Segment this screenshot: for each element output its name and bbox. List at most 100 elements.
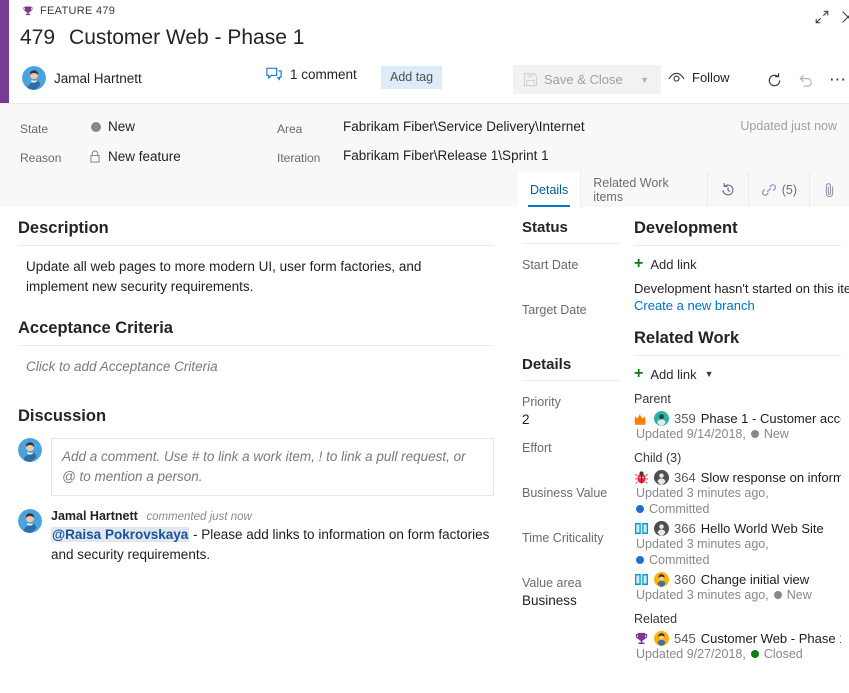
state-value-text: New — [108, 119, 136, 134]
comment-icon — [266, 67, 282, 82]
tab-links[interactable]: (5) — [749, 172, 810, 207]
chevron-down-icon[interactable]: ▼ — [640, 75, 649, 85]
state-dot — [773, 591, 782, 599]
related-group-label: Parent — [634, 392, 671, 406]
field-target-date[interactable]: Target Date — [522, 289, 620, 334]
comment-mention[interactable]: @Raisa Pokrovskaya — [51, 527, 190, 542]
related-add-link-button[interactable]: + Add link ▼ — [634, 356, 841, 382]
field-value-area-value: Business — [522, 593, 577, 608]
comment-input[interactable]: Add a comment. Use # to link a work item… — [51, 438, 494, 496]
related-item[interactable]: 366 Hello World Web Site Updated 3 minut… — [634, 516, 841, 567]
title-row: 479 Customer Web - Phase 1 — [20, 26, 304, 50]
related-item-id: 545 — [674, 631, 696, 646]
assigned-to[interactable]: Jamal Hartnett — [22, 66, 142, 90]
related-item-title[interactable]: Hello World Web Site — [701, 521, 824, 536]
iteration-label: Iteration — [277, 151, 321, 165]
chevron-down-icon[interactable]: ▼ — [705, 369, 714, 379]
field-time-criticality-label: Time Criticality — [522, 531, 604, 545]
related-item[interactable]: 360 Change initial view Updated 3 minute… — [634, 567, 841, 602]
state-value[interactable]: New — [91, 119, 135, 134]
bug-icon — [634, 470, 649, 485]
epic-crown-icon — [634, 412, 649, 426]
related-item[interactable]: 545 Customer Web - Phase 1 Updated 9/27/… — [634, 626, 841, 661]
field-business-value[interactable]: Business Value — [522, 472, 620, 517]
create-new-branch-link[interactable]: Create a new branch — [634, 296, 841, 313]
undo-icon[interactable] — [793, 68, 819, 92]
link-icon — [761, 182, 777, 198]
tab-details-label: Details — [530, 182, 569, 197]
tab-history[interactable] — [708, 172, 749, 207]
area-value[interactable]: Fabrikam Fiber\Service Delivery\Internet — [343, 119, 585, 134]
acceptance-criteria-placeholder[interactable]: Click to add Acceptance Criteria — [18, 346, 494, 377]
discussion-heading: Discussion — [18, 407, 107, 425]
avatar — [22, 66, 46, 90]
related-item[interactable]: 359 Phase 1 - Customer acce... Updated 9… — [634, 406, 841, 441]
save-and-close-button[interactable]: Save & Close ▼ — [513, 65, 661, 94]
state-dot — [750, 430, 759, 438]
avatar — [18, 438, 42, 462]
field-start-date[interactable]: Start Date — [522, 244, 620, 289]
description-text[interactable]: Update all web pages to more modern UI, … — [18, 246, 494, 297]
related-item-id: 366 — [674, 521, 696, 536]
related-add-link-label: Add link — [650, 366, 697, 382]
refresh-icon[interactable] — [761, 68, 787, 92]
avatar — [654, 411, 669, 426]
development-add-link-button[interactable]: + Add link — [634, 246, 841, 272]
follow-eye-icon — [668, 72, 685, 84]
related-item-title[interactable]: Customer Web - Phase 1 — [701, 631, 841, 646]
follow-button[interactable]: Follow — [668, 70, 730, 85]
breadcrumb[interactable]: FEATURE 479 — [22, 5, 115, 17]
related-item-state: Committed — [649, 553, 710, 567]
related-item-state: Closed — [763, 647, 803, 661]
related-item-title[interactable]: Phase 1 - Customer acce... — [701, 411, 841, 426]
field-value-area-label: Value area — [522, 576, 582, 590]
related-item-id: 364 — [674, 470, 696, 485]
work-item-body: Description Update all web pages to more… — [0, 207, 849, 693]
related-item-updated: Updated 3 minutes ago, — [636, 486, 769, 500]
area-label: Area — [277, 122, 303, 136]
comment-count-button[interactable]: 1 comment — [266, 67, 357, 82]
related-item-id: 359 — [674, 411, 696, 426]
tab-attachments[interactable] — [810, 172, 849, 207]
history-icon — [720, 182, 736, 198]
field-effort-label: Effort — [522, 441, 552, 455]
field-start-date-value — [522, 272, 620, 289]
field-target-date-value — [522, 317, 620, 334]
field-time-criticality[interactable]: Time Criticality — [522, 517, 620, 562]
lock-icon — [89, 150, 101, 163]
related-item[interactable]: 364 Slow response on inform... Updated 3… — [634, 465, 841, 516]
related-item-title[interactable]: Change initial view — [701, 572, 809, 587]
development-note: Development hasn't started on this item. — [634, 281, 849, 296]
work-item-type-color-bar — [0, 0, 9, 103]
comment-timestamp: commented just now — [146, 511, 252, 523]
related-item-id: 360 — [674, 572, 696, 587]
add-tag-button[interactable]: Add tag — [381, 66, 443, 89]
development-heading: Development — [634, 207, 841, 246]
work-item-subheader: Jamal Hartnett 1 comment Add tag Save & … — [22, 10, 849, 96]
work-item-id: 479 — [20, 26, 56, 49]
iteration-value[interactable]: Fabrikam Fiber\Release 1\Sprint 1 — [343, 148, 549, 163]
acceptance-criteria-heading: Acceptance Criteria — [18, 297, 494, 346]
trophy-icon — [22, 5, 34, 17]
work-item-title[interactable]: Customer Web - Phase 1 — [69, 26, 304, 50]
field-priority[interactable]: Priority 2 — [522, 381, 620, 427]
related-work-heading: Related Work — [634, 313, 841, 356]
save-icon — [523, 72, 538, 87]
comment-author: Jamal Hartnett — [51, 509, 138, 523]
more-actions-icon[interactable]: ⋯ — [825, 68, 849, 92]
trophy-icon — [634, 631, 649, 646]
field-effort[interactable]: Effort — [522, 427, 620, 472]
state-dot — [750, 650, 759, 658]
close-icon[interactable] — [837, 6, 849, 28]
tab-related-work-items[interactable]: Related Work items — [581, 172, 708, 207]
field-value-area[interactable]: Value area Business — [522, 562, 620, 608]
related-item-updated: Updated 9/14/2018, — [636, 427, 746, 441]
restore-window-icon[interactable] — [811, 6, 833, 28]
field-priority-label: Priority — [522, 395, 561, 409]
reason-label: Reason — [20, 151, 62, 165]
related-group-label: Child (3) — [634, 451, 682, 465]
state-dot — [636, 505, 644, 513]
tab-details[interactable]: Details — [518, 172, 582, 207]
field-start-date-label: Start Date — [522, 258, 579, 272]
related-item-title[interactable]: Slow response on inform... — [701, 470, 841, 485]
